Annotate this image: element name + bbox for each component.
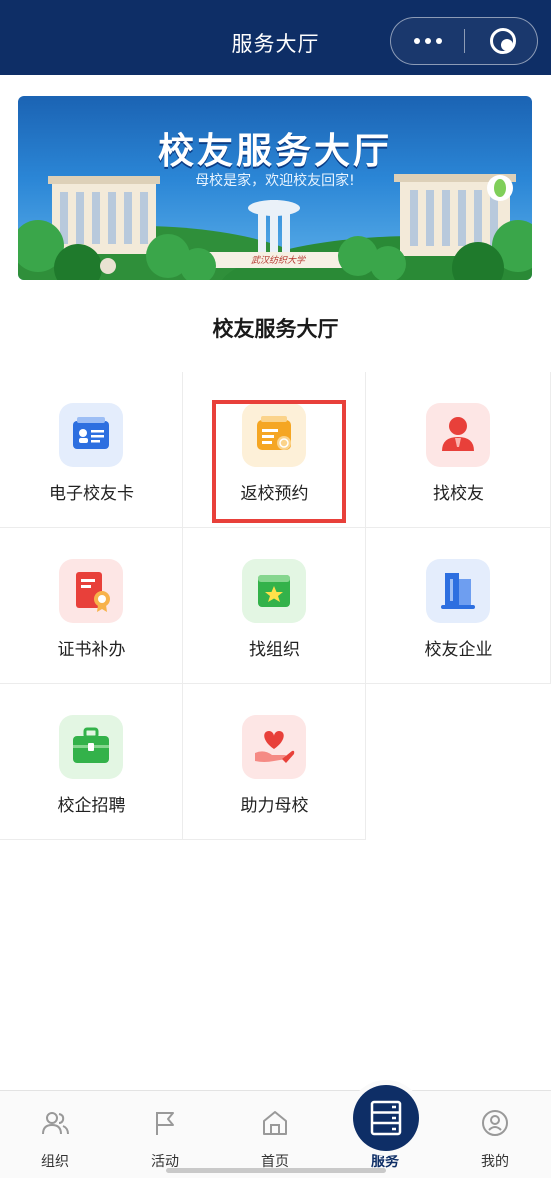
dot-icon: [414, 38, 420, 44]
person-icon: [426, 403, 490, 467]
service-find-alumni[interactable]: 找校友: [366, 372, 551, 528]
certificate-icon: [59, 559, 123, 623]
tab-home[interactable]: 首页: [220, 1091, 330, 1178]
bottom-tab-bar: 组织 活动 首页 服务 我的: [0, 1090, 551, 1178]
service-support-alma-mater[interactable]: 助力母校: [183, 684, 366, 840]
home-icon: [263, 1111, 287, 1135]
close-mini-program-button[interactable]: [465, 18, 537, 63]
tab-organization[interactable]: 组织: [0, 1091, 110, 1178]
people-icon: [42, 1112, 69, 1135]
user-circle-icon: [482, 1110, 508, 1136]
service-campus-recruitment[interactable]: 校企招聘: [0, 684, 183, 840]
tab-mine[interactable]: 我的: [440, 1091, 551, 1178]
server-icon: [370, 1100, 402, 1136]
service-label: 助力母校: [240, 796, 309, 816]
hero-banner[interactable]: 校友服务大厅 母校是家，欢迎校友回家! 武汉纺织大学: [18, 96, 532, 280]
flag-icon: [156, 1112, 174, 1135]
service-label: 校企招聘: [57, 796, 126, 816]
target-center: [501, 39, 513, 51]
tab-label: 组织: [41, 1154, 69, 1170]
service-label: 电子校友卡: [49, 484, 134, 504]
service-label: 证书补办: [57, 640, 126, 660]
tab-label: 我的: [481, 1154, 509, 1170]
service-certificate-reissue[interactable]: 证书补办: [0, 528, 183, 684]
banner-subtitle: 母校是家，欢迎校友回家!: [195, 173, 355, 189]
section-title: 校友服务大厅: [212, 317, 339, 341]
building-icon: [426, 559, 490, 623]
organization-icon: [242, 559, 306, 623]
service-label: 找组织: [249, 640, 300, 660]
gate-inscription: 武汉纺织大学: [250, 256, 305, 266]
home-indicator: [166, 1168, 386, 1173]
top-nav-bar: 服务大厅: [0, 0, 551, 75]
dot-icon: [425, 38, 431, 44]
mini-program-capsule: [390, 17, 538, 65]
service-alumni-enterprise[interactable]: 校友企业: [366, 528, 551, 684]
service-find-organization[interactable]: 找组织: [183, 528, 366, 684]
highlight-box: [212, 400, 346, 523]
banner-title: 校友服务大厅: [157, 131, 392, 172]
id-card-icon: [59, 403, 123, 467]
more-menu-button[interactable]: [391, 18, 464, 63]
service-label: 校友企业: [424, 640, 493, 660]
heart-hand-icon: [242, 715, 306, 779]
service-label: 找校友: [433, 484, 484, 504]
briefcase-icon: [59, 715, 123, 779]
tab-activity[interactable]: 活动: [110, 1091, 220, 1178]
service-fab[interactable]: [353, 1085, 419, 1151]
service-alumni-card[interactable]: 电子校友卡: [0, 372, 183, 528]
dot-icon: [436, 38, 442, 44]
